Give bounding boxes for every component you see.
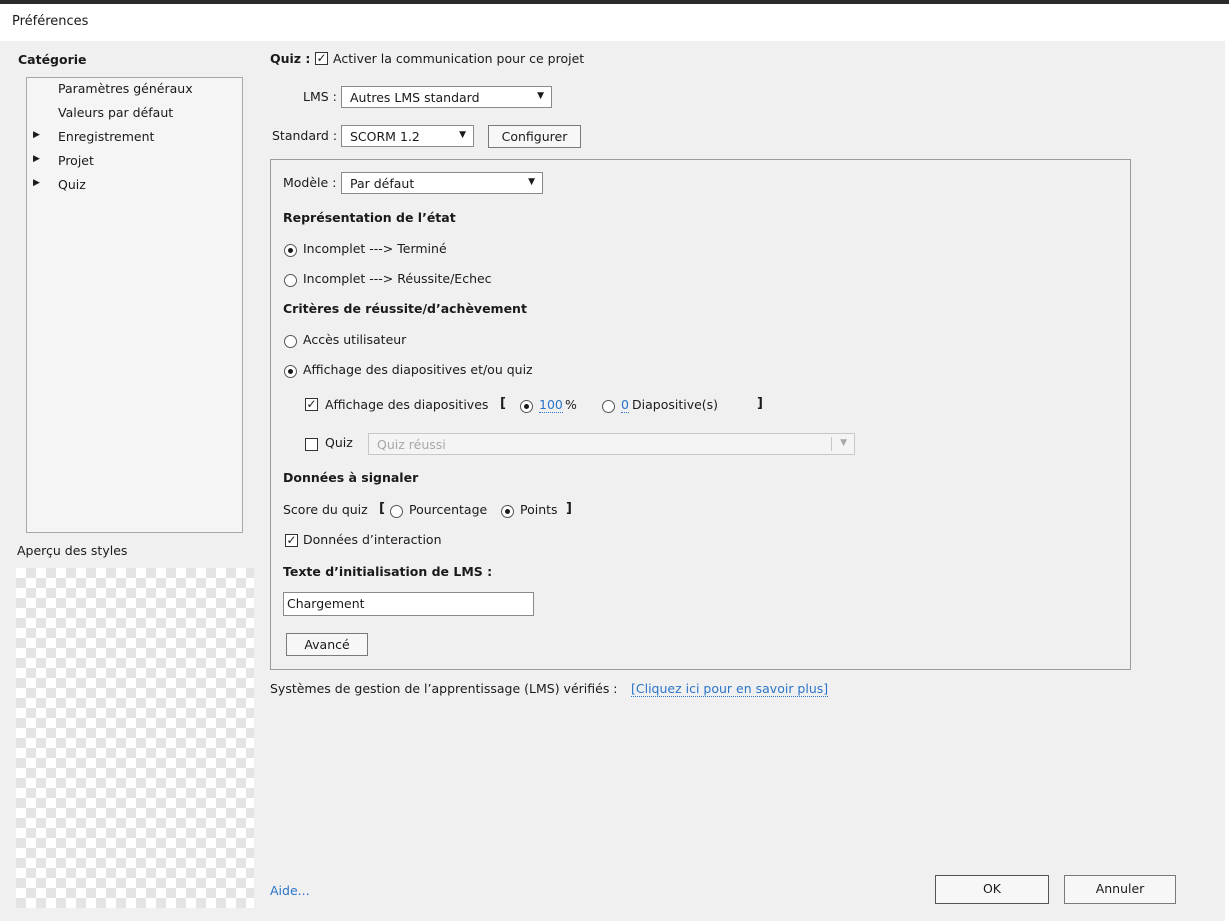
window-edge: [1225, 41, 1229, 921]
slide-view-quiz-label: Affichage des diapositives et/ou quiz: [303, 362, 533, 377]
status-complete-label: Incomplet ---> Terminé: [303, 241, 447, 256]
category-item-label: Quiz: [58, 177, 86, 192]
help-link[interactable]: Aide...: [270, 883, 310, 898]
percent-unit: %: [565, 397, 577, 412]
category-item-defaults[interactable]: Valeurs par défaut: [27, 105, 242, 125]
score-percentage-radio[interactable]: [390, 505, 403, 518]
status-passfail-radio[interactable]: [284, 274, 297, 287]
category-item-general[interactable]: Paramètres généraux: [27, 81, 242, 101]
slide-view-checkbox[interactable]: ✓: [305, 398, 318, 411]
slides-count-radio[interactable]: [602, 400, 615, 413]
chevron-down-icon: ▼: [459, 130, 466, 140]
percent-value-text[interactable]: 100: [539, 397, 563, 413]
verified-lms-link-text[interactable]: [Cliquez ici pour en savoir plus]: [631, 681, 829, 697]
init-text-input[interactable]: Chargement: [283, 592, 534, 616]
ok-button[interactable]: OK: [935, 875, 1049, 904]
configure-button[interactable]: Configurer: [488, 125, 581, 148]
init-text-heading: Texte d’initialisation de LMS :: [283, 564, 493, 579]
lms-label: LMS :: [303, 89, 337, 104]
interaction-data-checkbox[interactable]: ✓: [285, 534, 298, 547]
window-title: Préférences: [0, 4, 1229, 41]
close-bracket: ]: [757, 396, 763, 411]
quiz-score-label: Score du quiz: [283, 502, 368, 517]
lms-select[interactable]: Autres LMS standard ▼: [341, 86, 552, 108]
score-points-radio[interactable]: [501, 505, 514, 518]
slides-count-value[interactable]: 0: [621, 397, 629, 413]
quiz-criteria-checkbox[interactable]: [305, 438, 318, 451]
verified-lms-label: Systèmes de gestion de l’apprentissage (…: [270, 681, 618, 696]
percent-radio[interactable]: [520, 400, 533, 413]
slide-view-quiz-radio[interactable]: [284, 365, 297, 378]
advanced-button[interactable]: Avancé: [286, 633, 368, 656]
slides-count-value-text[interactable]: 0: [621, 397, 629, 413]
verified-lms-link[interactable]: [Cliquez ici pour en savoir plus]: [631, 681, 829, 697]
style-preview-area: [16, 568, 254, 908]
lms-select-value: Autres LMS standard: [350, 90, 480, 105]
template-label: Modèle :: [283, 175, 337, 190]
enable-communication-checkbox[interactable]: ✓: [315, 52, 328, 65]
expand-arrow-icon[interactable]: ▶: [33, 178, 40, 188]
category-item-recording[interactable]: ▶ Enregistrement: [27, 129, 242, 149]
report-heading: Données à signaler: [283, 470, 419, 485]
template-select[interactable]: Par défaut ▼: [341, 172, 543, 194]
select-separator: [831, 437, 832, 451]
expand-arrow-icon[interactable]: ▶: [33, 130, 40, 140]
chevron-down-icon: ▼: [528, 177, 535, 187]
category-item-label: Paramètres généraux: [58, 81, 193, 96]
status-heading: Représentation de l’état: [283, 210, 456, 225]
criteria-heading: Critères de réussite/d’achèvement: [283, 301, 527, 316]
enable-communication-label: Activer la communication pour ce projet: [333, 51, 585, 66]
quiz-criteria-select: Quiz réussi ▼: [368, 433, 855, 455]
chevron-down-icon: ▼: [840, 438, 847, 448]
quiz-label: Quiz :: [270, 51, 311, 66]
score-percentage-label: Pourcentage: [409, 502, 488, 517]
category-heading: Catégorie: [18, 52, 87, 67]
template-select-value: Par défaut: [350, 176, 415, 191]
style-preview-label: Aperçu des styles: [17, 543, 128, 558]
quiz-criteria-select-value: Quiz réussi: [377, 437, 446, 452]
category-item-quiz[interactable]: ▶ Quiz: [27, 177, 242, 197]
interaction-data-label: Données d’interaction: [303, 532, 442, 547]
category-item-label: Projet: [58, 153, 94, 168]
category-tree[interactable]: Paramètres généraux Valeurs par défaut ▶…: [26, 77, 243, 533]
standard-select[interactable]: SCORM 1.2 ▼: [341, 125, 474, 147]
standard-label: Standard :: [272, 128, 338, 143]
user-access-radio[interactable]: [284, 335, 297, 348]
percent-value[interactable]: 100: [539, 397, 563, 413]
category-item-project[interactable]: ▶ Projet: [27, 153, 242, 173]
score-points-label: Points: [520, 502, 558, 517]
chevron-down-icon: ▼: [537, 91, 544, 101]
quiz-criteria-label: Quiz: [325, 435, 353, 450]
cancel-button[interactable]: Annuler: [1064, 875, 1176, 904]
status-passfail-label: Incomplet ---> Réussite/Echec: [303, 271, 492, 286]
expand-arrow-icon[interactable]: ▶: [33, 154, 40, 164]
user-access-label: Accès utilisateur: [303, 332, 407, 347]
score-close-bracket: ]: [566, 501, 572, 516]
standard-select-value: SCORM 1.2: [350, 129, 420, 144]
open-bracket: [: [500, 396, 506, 411]
category-item-label: Valeurs par défaut: [58, 105, 174, 120]
slide-view-label: Affichage des diapositives: [325, 397, 489, 412]
score-open-bracket: [: [379, 501, 385, 516]
category-item-label: Enregistrement: [58, 129, 155, 144]
slides-count-unit: Diapositive(s): [632, 397, 719, 412]
status-complete-radio[interactable]: [284, 244, 297, 257]
